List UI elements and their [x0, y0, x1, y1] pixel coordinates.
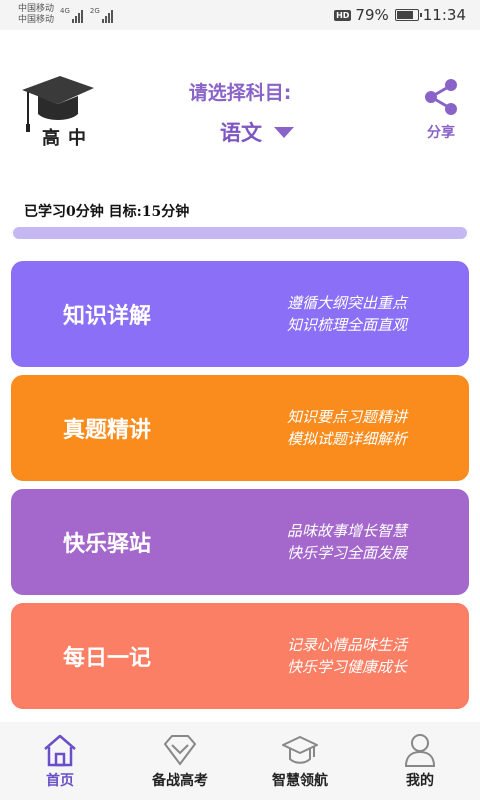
subject-dropdown[interactable]: 语文 [220, 117, 294, 147]
carrier-names: 中国移动 中国移动 [18, 4, 54, 26]
nav-exam-prep[interactable]: 备战高考 [120, 722, 240, 800]
status-bar: 中国移动 中国移动 4G 2G HD 79% 11:34 [0, 0, 480, 30]
card-happy-station[interactable]: 快乐驿站 品味故事增长智慧 快乐学习全面发展 [11, 489, 469, 595]
hd-icon: HD [334, 9, 352, 21]
nav-wisdom-guide[interactable]: 智慧领航 [240, 722, 360, 800]
logo-text: 高中 [42, 128, 94, 149]
card-description: 记录心情品味生活 快乐学习健康成长 [287, 634, 407, 678]
card-desc-line-1: 记录心情品味生活 [286, 636, 407, 654]
battery-fill [396, 11, 413, 19]
network-type-2: 2G [89, 7, 100, 15]
share-icon [425, 79, 457, 115]
card-knowledge-detail[interactable]: 知识详解 遵循大纲突出重点 知识梳理全面直观 [11, 261, 469, 367]
card-description: 遵循大纲突出重点 知识梳理全面直观 [287, 292, 407, 336]
card-description: 品味故事增长智慧 快乐学习全面发展 [287, 520, 407, 564]
clock: 11:34 [422, 6, 466, 24]
carrier-1: 中国移动 [18, 4, 55, 14]
network-type-1: 4G [60, 7, 70, 15]
status-right: HD 79% 11:34 [334, 6, 466, 24]
share-button[interactable]: 分享 [416, 78, 466, 142]
nav-profile[interactable]: 我的 [360, 722, 480, 800]
card-title: 快乐驿站 [63, 532, 152, 557]
graduation-cap-icon [282, 736, 318, 764]
nav-label: 我的 [406, 773, 434, 789]
card-desc-line-1: 遵循大纲突出重点 [286, 294, 407, 312]
nav-home[interactable]: 首页 [0, 722, 120, 800]
nav-label: 备战高考 [152, 773, 208, 789]
share-label: 分享 [427, 125, 455, 141]
card-title: 真题精讲 [63, 418, 152, 443]
card-title: 每日一记 [63, 646, 152, 671]
nav-label: 智慧领航 [272, 773, 328, 789]
diamond-icon [163, 735, 197, 766]
carrier-block: 中国移动 中国移动 4G 2G [18, 4, 114, 26]
card-exam-explained[interactable]: 真题精讲 知识要点习题精讲 模拟试题详细解析 [11, 375, 469, 481]
subject-selected: 语文 [220, 121, 262, 145]
battery-percent: 79% [355, 6, 389, 24]
nav-label: 首页 [46, 773, 74, 789]
subject-prompt: 请选择科目: [188, 82, 292, 104]
card-desc-line-2: 快乐学习健康成长 [286, 658, 407, 676]
battery-icon [394, 9, 422, 21]
card-desc-line-2: 模拟试题详细解析 [286, 430, 407, 448]
card-desc-line-2: 知识梳理全面直观 [286, 316, 407, 334]
caret-down-icon [274, 126, 294, 138]
card-desc-line-1: 品味故事增长智慧 [286, 522, 407, 540]
bottom-nav: 首页 备战高考 智慧领航 我的 [0, 722, 480, 800]
home-icon [44, 734, 76, 767]
card-title: 知识详解 [63, 304, 152, 329]
carrier-2: 中国移动 [18, 15, 55, 25]
signal-icon-1: 4G [60, 7, 84, 23]
card-desc-line-1: 知识要点习题精讲 [286, 408, 407, 426]
signal-icon-2: 2G [90, 7, 114, 23]
study-progress-bar [13, 227, 467, 239]
study-progress-text: 已学习0分钟 目标:15分钟 [24, 204, 190, 220]
card-daily-journal[interactable]: 每日一记 记录心情品味生活 快乐学习健康成长 [11, 603, 469, 709]
user-icon [404, 734, 436, 767]
card-description: 知识要点习题精讲 模拟试题详细解析 [287, 406, 407, 450]
card-desc-line-2: 快乐学习全面发展 [286, 544, 407, 562]
